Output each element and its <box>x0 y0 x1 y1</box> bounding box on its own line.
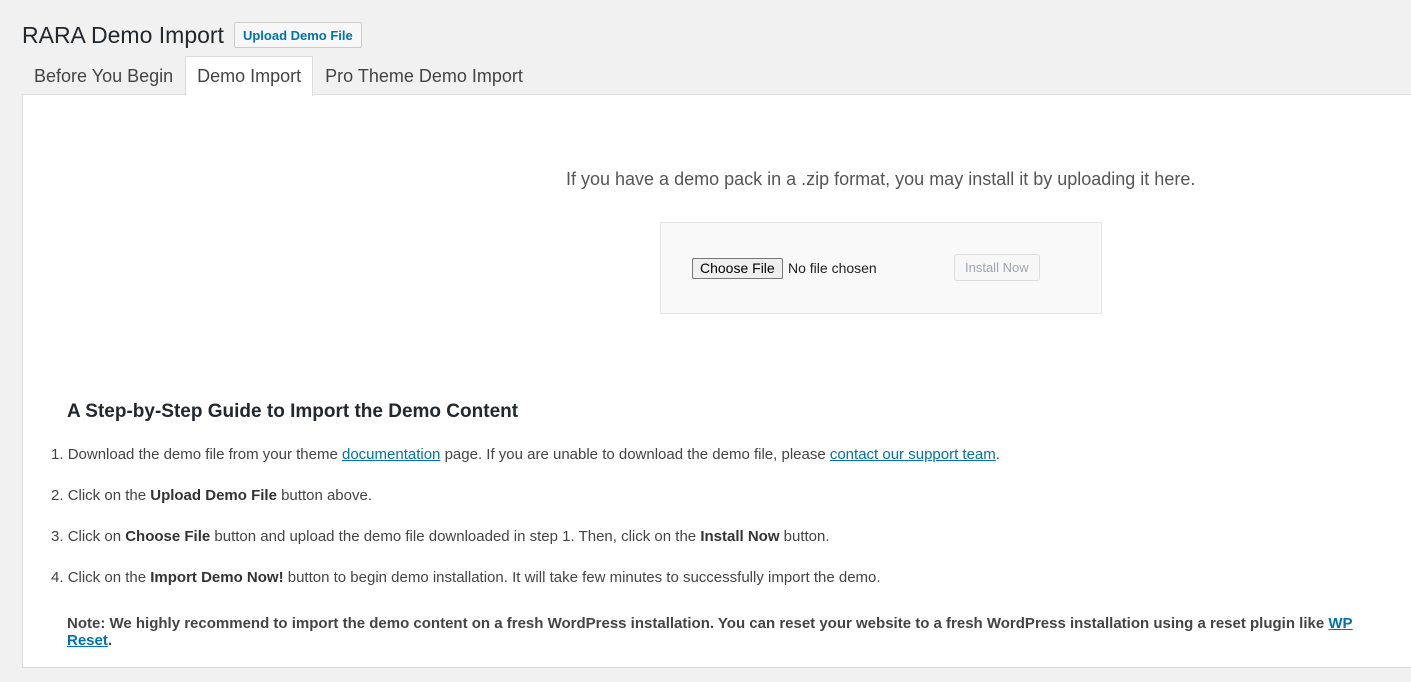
contact-support-link[interactable]: contact our support team <box>830 446 996 463</box>
documentation-link[interactable]: documentation <box>342 446 440 463</box>
step-bold-text: Choose File <box>125 528 211 545</box>
tab-pro-theme-demo-import[interactable]: Pro Theme Demo Import <box>313 56 535 95</box>
file-status-text: No file chosen <box>788 260 877 276</box>
guide-step-4: 4. Click on the Import Demo Now! button … <box>51 568 1397 587</box>
tab-bar: Before You Begin Demo Import Pro Theme D… <box>22 56 535 96</box>
step-text: button. <box>779 528 830 545</box>
upload-form: Choose File No file chosen Install Now <box>660 222 1102 314</box>
note-text: . <box>107 632 113 649</box>
step-number: 2. <box>51 487 64 504</box>
step-text: page. If you are unable to download the … <box>440 446 830 463</box>
upload-intro-text: If you have a demo pack in a .zip format… <box>566 169 1196 189</box>
note-text: Note: We highly recommend to import the … <box>67 615 1329 632</box>
step-bold-text: Import Demo Now! <box>150 569 284 586</box>
step-text: button above. <box>276 487 372 504</box>
step-text: Click on <box>67 528 126 545</box>
choose-file-button[interactable]: Choose File <box>692 258 783 279</box>
recommendation-note: Note: We highly recommend to import the … <box>67 615 1397 649</box>
step-text: button and upload the demo file download… <box>210 528 701 545</box>
step-text: . <box>995 446 1000 463</box>
step-text: button to begin demo installation. It wi… <box>283 569 881 586</box>
step-number: 4. <box>51 569 64 586</box>
page-title: RARA Demo Import <box>22 22 224 48</box>
import-guide: A Step-by-Step Guide to Import the Demo … <box>51 401 1397 649</box>
step-text: Download the demo file from your theme <box>67 446 342 463</box>
title-row: RARA Demo Import Upload Demo File <box>22 20 362 50</box>
tab-before-you-begin[interactable]: Before You Begin <box>22 56 185 95</box>
guide-step-2: 2. Click on the Upload Demo File button … <box>51 486 1397 505</box>
demo-import-panel: If you have a demo pack in a .zip format… <box>22 94 1411 668</box>
step-text: Click on the <box>67 487 151 504</box>
tab-demo-import[interactable]: Demo Import <box>185 56 314 96</box>
guide-title: A Step-by-Step Guide to Import the Demo … <box>67 401 519 422</box>
step-number: 1. <box>51 446 64 463</box>
step-bold-text: Upload Demo File <box>150 487 277 504</box>
step-text: Click on the <box>67 569 151 586</box>
install-now-button[interactable]: Install Now <box>954 254 1040 281</box>
guide-step-1: 1. Download the demo file from your them… <box>51 445 1397 464</box>
step-number: 3. <box>51 528 64 545</box>
step-bold-text: Install Now <box>700 528 780 545</box>
upload-demo-file-button[interactable]: Upload Demo File <box>233 22 362 48</box>
guide-step-3: 3. Click on Choose File button and uploa… <box>51 527 1397 546</box>
guide-steps: 1. Download the demo file from your them… <box>51 445 1397 587</box>
